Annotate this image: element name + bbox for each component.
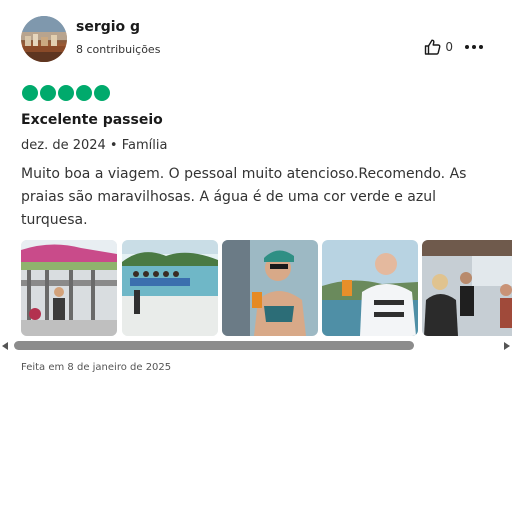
rating-bubble-icon bbox=[40, 85, 56, 101]
thumbs-up-icon bbox=[425, 39, 441, 55]
scroll-left-icon[interactable] bbox=[2, 342, 8, 350]
like-button[interactable]: 0 bbox=[424, 39, 453, 55]
rating-bubble-icon bbox=[22, 85, 38, 101]
photo-gallery bbox=[21, 240, 512, 336]
rating-bubbles bbox=[22, 85, 110, 101]
scrollbar-thumb[interactable] bbox=[14, 341, 414, 350]
photo-boat-deck[interactable] bbox=[21, 240, 117, 336]
more-options-icon[interactable] bbox=[465, 40, 483, 54]
user-contributions: 8 contribuições bbox=[76, 43, 161, 56]
like-count: 0 bbox=[445, 40, 453, 54]
review-text: Muito boa a viagem. O pessoal muito aten… bbox=[21, 166, 467, 228]
avatar[interactable] bbox=[21, 16, 67, 62]
user-name[interactable]: sergio g bbox=[76, 19, 140, 35]
rating-bubble-icon bbox=[58, 85, 74, 101]
photo-beach-crowd[interactable] bbox=[122, 240, 218, 336]
review-title[interactable]: Excelente passeio bbox=[21, 112, 163, 128]
photo-man-drink[interactable] bbox=[322, 240, 418, 336]
rating-bubble-icon bbox=[76, 85, 92, 101]
rating-bubble-icon bbox=[94, 85, 110, 101]
review-actions: 0 bbox=[424, 39, 483, 55]
gallery-scrollbar[interactable] bbox=[0, 340, 512, 352]
review-meta: dez. de 2024 • Família bbox=[21, 138, 168, 153]
scroll-right-icon[interactable] bbox=[504, 342, 510, 350]
written-date: Feita em 8 de janeiro de 2025 bbox=[21, 362, 172, 373]
review-header: sergio g 8 contribuições 0 bbox=[21, 16, 491, 64]
photo-woman-drink[interactable] bbox=[222, 240, 318, 336]
photo-boat-passengers[interactable] bbox=[422, 240, 512, 336]
